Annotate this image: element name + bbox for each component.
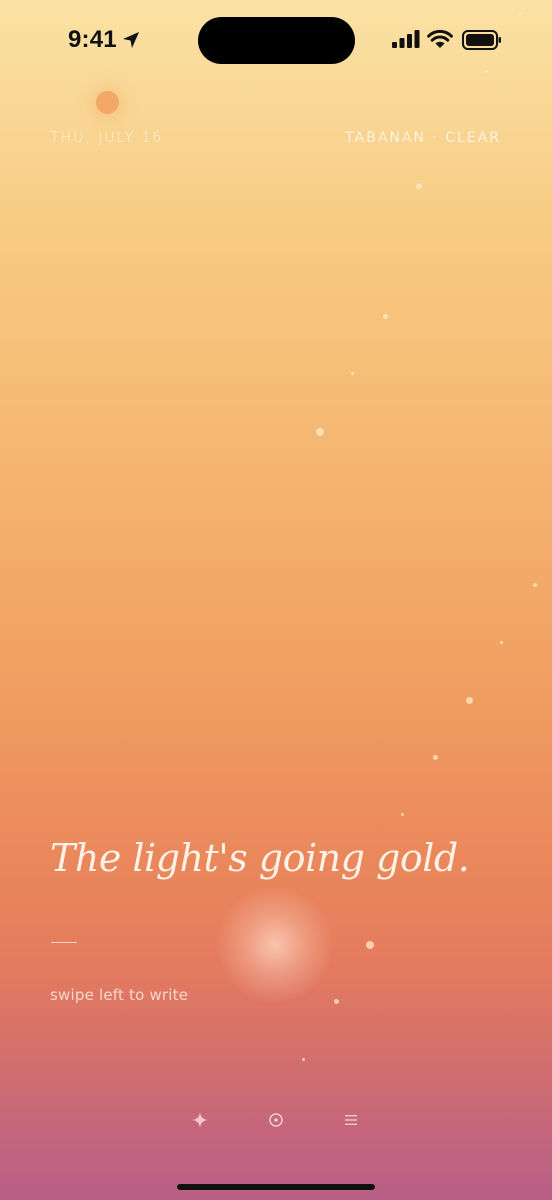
particle	[316, 428, 324, 436]
nav-target-button[interactable]	[263, 1107, 289, 1133]
particle	[433, 755, 438, 760]
particle	[466, 697, 473, 704]
particle	[533, 583, 537, 587]
particle	[416, 183, 422, 189]
battery-icon	[462, 30, 501, 50]
cellular-signal-icon	[392, 30, 420, 48]
particle	[519, 12, 522, 15]
particle	[366, 941, 374, 949]
date-label: THU, JULY 16	[50, 130, 164, 146]
wifi-icon	[427, 29, 453, 48]
menu-icon	[345, 1115, 357, 1125]
status-time: 9:41	[68, 26, 117, 53]
location-weather-label: TABANAN · CLEAR	[345, 130, 501, 146]
particle	[302, 1058, 305, 1061]
particle	[485, 70, 488, 73]
particle	[351, 372, 354, 375]
sun-icon	[96, 91, 119, 114]
particle	[401, 813, 404, 816]
swipe-hint: swipe left to write	[50, 986, 189, 1004]
particle	[334, 999, 339, 1004]
glow-orb	[215, 885, 335, 1005]
particle	[383, 314, 388, 319]
divider	[51, 942, 77, 943]
home-indicator[interactable]	[177, 1184, 375, 1190]
location-arrow-icon	[123, 32, 139, 48]
target-icon	[269, 1113, 283, 1127]
dynamic-island	[198, 17, 355, 64]
nav-menu-button[interactable]	[338, 1107, 364, 1133]
nav-sparkle-button[interactable]	[187, 1107, 213, 1133]
particle	[500, 641, 503, 644]
headline: The light's going gold.	[50, 836, 470, 880]
sparkle-icon	[192, 1112, 208, 1128]
screen: 9:41 THU, JULY 16 TABANAN · CLEAR The li…	[0, 0, 552, 1200]
